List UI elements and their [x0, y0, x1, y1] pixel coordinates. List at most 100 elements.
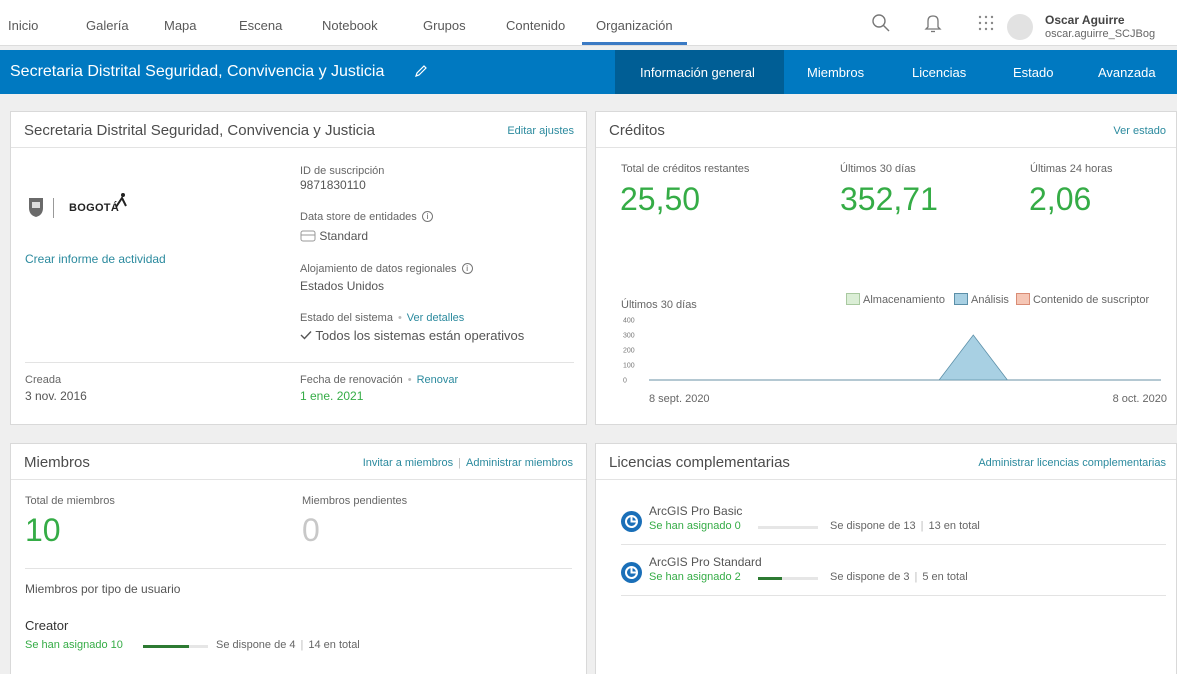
organization-header: Secretaria Distrital Seguridad, Conviven… — [0, 50, 1177, 94]
organization-logo: BOGOTÁ — [26, 193, 136, 224]
remaining-credits-label: Total de créditos restantes — [621, 163, 750, 175]
legend-swatch — [846, 293, 860, 305]
top-navigation: Inicio Galería Mapa Escena Notebook Grup… — [0, 0, 1177, 46]
renewal-value: 1 ene. 2021 — [300, 389, 364, 403]
members-links: Invitar a miembros | Administrar miembros — [362, 457, 573, 469]
regional-label: Alojamiento de datos regionales i — [300, 263, 473, 275]
created-value: 3 nov. 2016 — [25, 389, 87, 403]
card-header: Secretaria Distrital Seguridad, Conviven… — [11, 112, 586, 148]
license-name: ArcGIS Pro Basic — [649, 504, 743, 518]
tab-licencias[interactable]: Licencias — [912, 65, 966, 80]
divider — [621, 595, 1166, 596]
subscription-id: 9871830110 — [300, 178, 366, 192]
nav-inicio[interactable]: Inicio — [8, 18, 38, 33]
card-title: Créditos — [609, 122, 665, 139]
usage-bar-fill — [758, 577, 782, 580]
coat-of-arms-icon — [29, 198, 43, 217]
created-label: Creada — [25, 374, 62, 386]
last-24-hours-label: Últimas 24 horas — [1030, 163, 1113, 175]
arcgis-pro-icon — [621, 562, 642, 583]
nav-mapa[interactable]: Mapa — [164, 18, 197, 33]
edit-settings-link[interactable]: Editar ajustes — [507, 125, 574, 137]
card-header: Licencias complementarias Administrar li… — [596, 444, 1176, 480]
card-title: Licencias complementarias — [609, 454, 790, 471]
license-row: ArcGIS Pro Basic Se han asignado 0 Se di… — [621, 503, 1171, 539]
y-tick-label: 0 — [623, 378, 627, 385]
arcgis-pro-glyph — [625, 515, 638, 528]
creator-availability: Se dispone de 4 | 14 en total — [216, 639, 360, 651]
legend-swatch — [954, 293, 968, 305]
info-icon[interactable]: i — [421, 211, 433, 222]
card-header: Créditos Ver estado — [596, 112, 1176, 148]
view-status-link[interactable]: Ver estado — [1113, 125, 1166, 137]
chart-period-label: Últimos 30 días — [621, 299, 697, 311]
remaining-credits-value: 25,50 — [620, 181, 701, 217]
card-title: Secretaria Distrital Seguridad, Conviven… — [24, 122, 375, 139]
total-members-value: 10 — [25, 512, 61, 548]
renewal-label: Fecha de renovación • Renovar — [300, 374, 459, 386]
chart-legend: Almacenamiento Análisis Contenido de sus… — [846, 293, 1149, 306]
licenses-card: Licencias complementarias Administrar li… — [595, 443, 1177, 674]
legend-storage[interactable]: Almacenamiento — [846, 293, 945, 306]
tab-estado[interactable]: Estado — [1013, 65, 1053, 80]
app-launcher-icon[interactable] — [975, 12, 997, 34]
bell-icon[interactable] — [922, 12, 944, 34]
license-availability: Se dispone de 3 | 5 en total — [830, 571, 968, 583]
series-area-análisis — [649, 334, 1161, 381]
nav-grupos[interactable]: Grupos — [423, 18, 466, 33]
total-members-label: Total de miembros — [25, 495, 115, 507]
invite-members-link[interactable]: Invitar a miembros — [363, 457, 453, 469]
search-icon[interactable] — [870, 12, 892, 34]
creator-usage-bar — [143, 645, 208, 648]
renew-link[interactable]: Renovar — [417, 374, 459, 386]
members-card: Miembros Invitar a miembros | Administrar … — [10, 443, 587, 674]
datastore-value: Standard — [300, 229, 368, 243]
divider — [25, 568, 572, 569]
y-tick-label: 300 — [623, 333, 635, 340]
tab-avanzada[interactable]: Avanzada — [1098, 65, 1156, 80]
system-status-label: Estado del sistema • Ver detalles — [300, 312, 465, 324]
usage-bar-fill — [143, 645, 190, 648]
pending-members-value: 0 — [302, 512, 320, 548]
credits-card: Créditos Ver estado Total de créditos re… — [595, 111, 1177, 425]
credits-chart: 0 100 200 300 400 8 sept. 2020 8 oct. 2020 — [623, 318, 1167, 406]
y-tick-label: 400 — [623, 318, 635, 325]
view-details-link[interactable]: Ver detalles — [407, 312, 464, 324]
divider — [621, 544, 1166, 545]
nav-contenido[interactable]: Contenido — [506, 18, 565, 33]
license-assigned: Se han asignado 0 — [649, 520, 741, 532]
pencil-icon[interactable] — [414, 64, 428, 78]
database-icon — [300, 230, 316, 242]
y-tick-label: 200 — [623, 348, 635, 355]
legend-analysis[interactable]: Análisis — [954, 293, 1009, 306]
license-name: ArcGIS Pro Standard — [649, 555, 762, 569]
avatar[interactable] — [1007, 14, 1033, 40]
nav-organizacion[interactable]: Organización — [582, 18, 687, 45]
logo-text: BOGOTÁ — [69, 202, 120, 214]
system-status-value: Todos los sistemas están operativos — [300, 328, 524, 343]
members-by-type-label: Miembros por tipo de usuario — [25, 582, 181, 596]
subscription-label: ID de suscripción — [300, 165, 385, 177]
divider — [25, 362, 574, 363]
license-availability: Se dispone de 13 | 13 en total — [830, 520, 980, 532]
nav-notebook[interactable]: Notebook — [322, 18, 378, 33]
x-tick-label-end: 8 oct. 2020 — [1113, 393, 1167, 405]
info-icon[interactable]: i — [461, 263, 473, 274]
nav-escena[interactable]: Escena — [239, 18, 282, 33]
arcgis-pro-icon — [621, 511, 642, 532]
tab-miembros[interactable]: Miembros — [807, 65, 864, 80]
card-title: Miembros — [24, 454, 90, 471]
pending-members-label: Miembros pendientes — [302, 495, 408, 507]
create-activity-report-link[interactable]: Crear informe de actividad — [25, 252, 166, 266]
manage-licenses-link[interactable]: Administrar licencias complementarias — [978, 457, 1166, 469]
nav-galeria[interactable]: Galería — [86, 18, 129, 33]
license-usage-bar — [758, 577, 818, 580]
user-name[interactable]: Oscar Aguirre — [1045, 13, 1125, 27]
user-handle[interactable]: oscar.aguirre_SCJBog — [1045, 28, 1155, 40]
creator-assigned: Se han asignado 10 — [25, 639, 123, 651]
last-24-hours-value: 2,06 — [1029, 181, 1092, 217]
legend-subscriber-content[interactable]: Contenido de suscriptor — [1015, 293, 1149, 306]
organization-title: Secretaria Distrital Seguridad, Conviven… — [10, 63, 385, 80]
manage-members-link[interactable]: Administrar miembros — [466, 457, 573, 469]
tab-informacion-general[interactable]: Información general — [640, 65, 755, 80]
